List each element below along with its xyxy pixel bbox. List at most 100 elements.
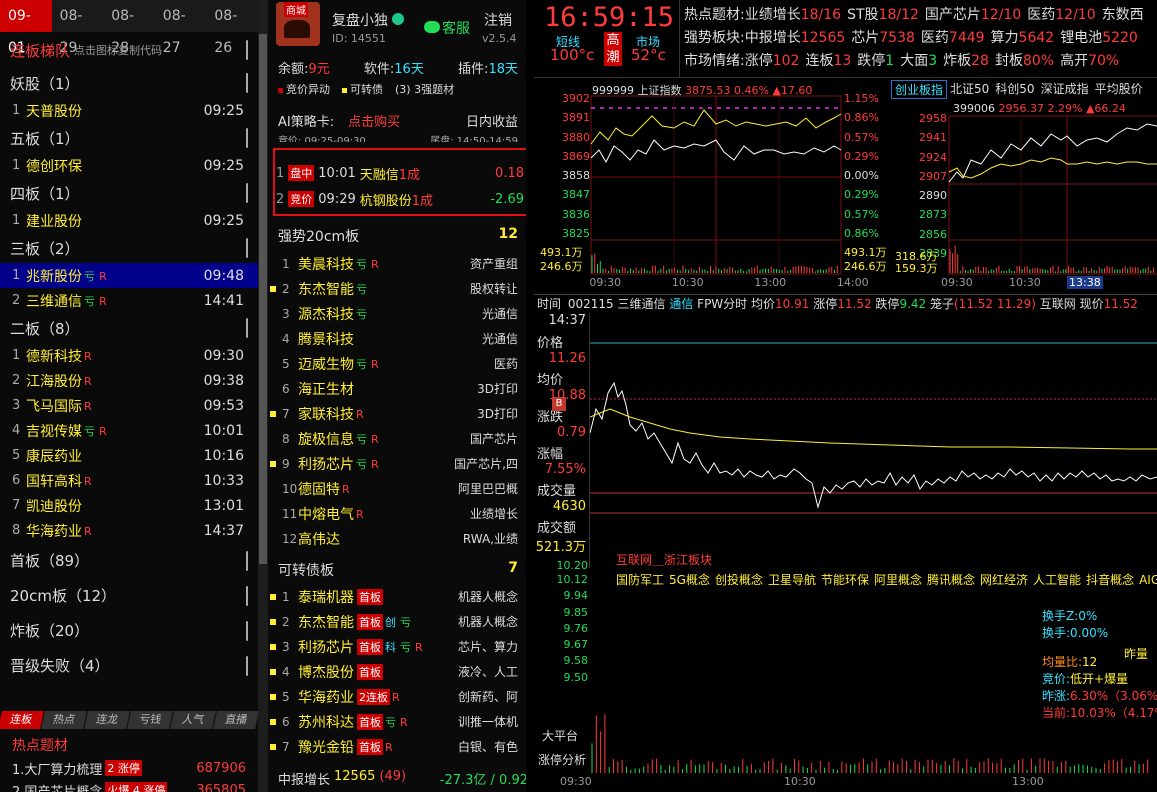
tab-live[interactable]: 直播 (213, 711, 258, 729)
cloud-icon[interactable] (246, 655, 248, 676)
stock-name[interactable]: 旋极信息 (298, 429, 354, 449)
sector-tag[interactable]: 通信 (669, 297, 693, 311)
strong-row[interactable]: 5 迈威生物亏 R 医药 (268, 351, 526, 376)
folded-section[interactable]: 晋级失败（4） (0, 648, 258, 683)
cloud-icon[interactable] (246, 40, 248, 60)
stock-row[interactable]: 5 康辰药业 10:16 (0, 443, 258, 468)
concept-tag[interactable]: 卫星导航 (768, 573, 816, 587)
stock-name[interactable]: 江海股份 (26, 371, 82, 391)
stock-name[interactable]: 博杰股份 (298, 662, 354, 682)
stock-name[interactable]: 德新科技 (26, 346, 82, 366)
stock-name[interactable]: 中熔电气 (298, 504, 354, 524)
stock-row[interactable]: 1 德创环保 09:25 (0, 153, 258, 178)
concept-tag[interactable]: 节能环保 (821, 573, 869, 587)
concept-tag[interactable]: 5G概念 (669, 573, 710, 587)
strong-row[interactable]: 3 源杰科技亏 光通信 (268, 301, 526, 326)
bond-row[interactable]: 7 豫光金铅 首板 R 白银、有色 (268, 734, 526, 759)
stock-row[interactable]: 2 江海股份 R 09:38 (0, 368, 258, 393)
stock-row[interactable]: 8 华海药业 R 14:37 (0, 518, 258, 543)
stock-row[interactable]: 1 建业股份 09:25 (0, 208, 258, 233)
strong-row[interactable]: 4 腾景科技 光通信 (268, 326, 526, 351)
strong-row[interactable]: 11 中熔电气 R 业绩增长 (268, 501, 526, 526)
logout-button[interactable]: 注销 (484, 10, 512, 30)
stock-name[interactable]: 国轩高科 (26, 471, 82, 491)
ladder-section-header[interactable]: 二板（8） (0, 313, 258, 343)
market-item[interactable]: 大面 (900, 53, 928, 69)
date-tab[interactable]: 08-26 (206, 0, 258, 56)
big-platform-button[interactable]: 大平台 (542, 727, 578, 744)
ladder-section-header[interactable]: 妖股（1） (0, 68, 258, 98)
stock-name[interactable]: 家联科技 (298, 404, 354, 424)
strong-row[interactable]: 9 利扬芯片亏 R 国产芯片,四 (268, 451, 526, 476)
stock-name[interactable]: 天普股份 (26, 101, 82, 121)
market-item[interactable]: 医药 (1027, 7, 1055, 23)
concept-tag[interactable]: 阿里概念 (874, 573, 922, 587)
stock-name[interactable]: 凯迪股份 (26, 496, 82, 516)
stock-name[interactable]: 兆新股份 (26, 266, 82, 286)
market-item[interactable]: 中报增长 (745, 30, 801, 46)
stock-row[interactable]: 6 国轩高科 R 10:33 (0, 468, 258, 493)
service-button[interactable]: 客服 (424, 18, 470, 38)
stock-name[interactable]: 华海药业 (26, 521, 82, 541)
tab-popular[interactable]: 人气 (170, 711, 216, 729)
market-item[interactable]: 东数西 (1102, 7, 1144, 23)
cy-index-chart[interactable]: 创业板指 北证50 科创50 深证成指 平均股价 399006 2956.37 … (891, 80, 1157, 290)
stock-name[interactable]: 豫光金铅 (298, 737, 354, 757)
scrollbar[interactable] (258, 0, 268, 792)
cloud-icon[interactable] (246, 620, 248, 641)
strategy-row[interactable]: 2 竞价 09:29 杭钢股份 1成 -2.69 (276, 186, 524, 212)
hot-topic-row[interactable]: 2.国产芯片概念 火爆 4 涨停 365805 (0, 779, 258, 792)
stock-name[interactable]: 康辰药业 (26, 446, 82, 466)
tab-hot[interactable]: 热点 (41, 711, 87, 729)
hot-topic-row[interactable]: 1.大厂算力梳理 2 涨停 687906 (0, 757, 258, 779)
strong-row[interactable]: 6 海正生材 3D打印 (268, 376, 526, 401)
strong-row[interactable]: 1 美晨科技亏 R 资产重组 (268, 251, 526, 276)
market-item[interactable]: 芯片 (851, 30, 879, 46)
concept-tag[interactable]: 人工智能 (1033, 573, 1081, 587)
market-item[interactable]: 跌停 (857, 53, 885, 69)
cloud-icon[interactable] (246, 585, 248, 606)
market-item[interactable]: ST股 (847, 7, 878, 23)
stock-name[interactable]: 利扬芯片 (298, 454, 354, 474)
date-tab[interactable]: 08-27 (155, 0, 207, 56)
tab-lianlong[interactable]: 连龙 (84, 711, 130, 729)
ladder-section-header[interactable]: 三板（2） (0, 233, 258, 263)
concept-tag[interactable]: 网红经济 (980, 573, 1028, 587)
stock-name[interactable]: 海正生材 (298, 379, 354, 399)
stock-name[interactable]: 源杰科技 (298, 304, 354, 324)
bond-row[interactable]: 3 利扬芯片 首板科亏 R 芯片、算力 (268, 634, 526, 659)
market-item[interactable]: 连板 (805, 53, 833, 69)
market-item[interactable]: 国产芯片 (925, 7, 981, 23)
stock-name[interactable]: 泰瑞机器 (298, 587, 354, 607)
ladder-section-header[interactable]: 五板（1） (0, 123, 258, 153)
stock-name[interactable]: 飞马国际 (26, 396, 82, 416)
bond-row[interactable]: 5 华海药业 2连板 R 创新药、阿 (268, 684, 526, 709)
strong-row[interactable]: 10 德固特 R 阿里巴巴概 (268, 476, 526, 501)
folded-section[interactable]: 20cm板（12） (0, 578, 258, 613)
market-item[interactable]: 算力 (991, 30, 1019, 46)
stock-row[interactable]: 1 天普股份 09:25 (0, 98, 258, 123)
cloud-icon[interactable] (246, 238, 248, 258)
cloud-icon[interactable] (246, 550, 248, 571)
market-item[interactable]: 业绩增长 (745, 7, 801, 23)
sector-name[interactable]: 互联网＿浙江板块 (616, 551, 712, 568)
market-item[interactable]: 封板 (995, 53, 1023, 69)
stock-name[interactable]: 腾景科技 (298, 329, 354, 349)
stock-name[interactable]: 三维通信 (26, 291, 82, 311)
strong-row[interactable]: 12 高伟达 RWA,业绩 (268, 526, 526, 551)
market-item[interactable]: 涨停 (745, 53, 773, 69)
bond-row[interactable]: 6 苏州科达 首板亏 R 训推一体机 (268, 709, 526, 734)
tab-lianban[interactable]: 连板 (0, 711, 44, 729)
stock-name[interactable]: 建业股份 (26, 211, 82, 231)
stock-name[interactable]: 东杰智能 (298, 612, 354, 632)
shop-tag[interactable]: 商城 (284, 2, 308, 17)
stock-name[interactable]: 华海药业 (298, 687, 354, 707)
concept-tag[interactable]: 创投概念 (715, 573, 763, 587)
folded-section[interactable]: 炸板（20） (0, 613, 258, 648)
stock-name[interactable]: 利扬芯片 (298, 637, 354, 657)
market-item[interactable]: 医药 (921, 30, 949, 46)
stock-name[interactable]: 天融信 (360, 164, 399, 183)
cloud-icon[interactable] (246, 318, 248, 338)
stock-name[interactable]: 苏州科达 (298, 712, 354, 732)
stock-name[interactable]: 杭钢股份 (360, 190, 412, 209)
